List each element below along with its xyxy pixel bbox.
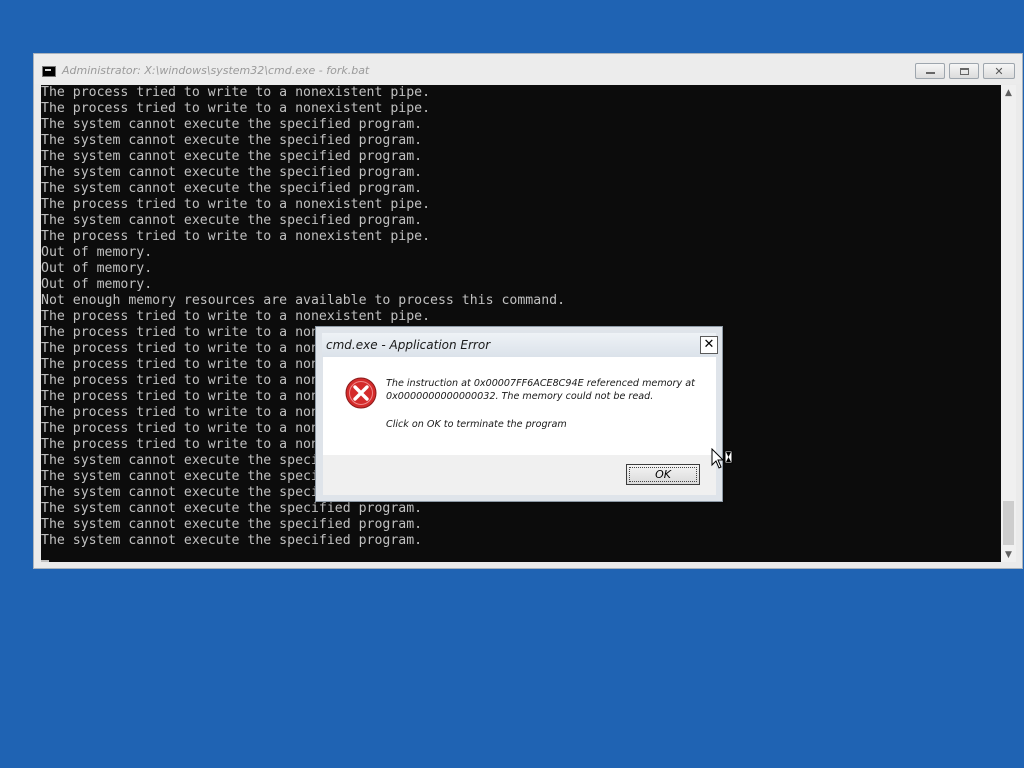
- console-line: The system cannot execute the specified …: [41, 501, 423, 516]
- close-button[interactable]: ✕: [983, 63, 1015, 79]
- console-line: The system cannot execute the specified …: [41, 165, 423, 180]
- close-icon: ✕: [994, 64, 1004, 78]
- console-line: The process tried to write to a nonexist…: [41, 101, 431, 116]
- console-line: Not enough memory resources are availabl…: [41, 293, 566, 308]
- console-line: The system cannot execute the specified …: [41, 133, 423, 148]
- console-line: The system cannot execute the specified …: [41, 181, 423, 196]
- cmd-window-title: Administrator: X:\windows\system32\cmd.e…: [62, 64, 370, 77]
- cmd-titlebar[interactable]: Administrator: X:\windows\system32\cmd.e…: [34, 54, 1022, 84]
- minimize-button[interactable]: [915, 63, 945, 79]
- console-line: The system cannot execute the specified …: [41, 517, 423, 532]
- dialog-footer: OK: [323, 455, 716, 495]
- vertical-scrollbar[interactable]: ▲ ▼: [1001, 85, 1016, 562]
- console-line: The system cannot execute the specified …: [41, 149, 423, 164]
- dialog-titlebar[interactable]: cmd.exe - Application Error ✕: [322, 333, 718, 357]
- dialog-close-button[interactable]: ✕: [700, 336, 718, 354]
- maximize-icon: [959, 67, 969, 75]
- cmd-icon: [42, 66, 56, 77]
- application-error-dialog: cmd.exe - Application Error ✕ The instru…: [315, 326, 723, 502]
- busy-pointer-icon: [711, 448, 733, 469]
- console-line: The system cannot execute the specified …: [41, 117, 423, 132]
- console-line: The process tried to write to a nonexist…: [41, 309, 431, 324]
- console-line: The process tried to write to a nonexist…: [41, 197, 431, 212]
- minimize-icon: [925, 72, 935, 74]
- error-icon: [345, 377, 377, 409]
- scroll-down-icon[interactable]: ▼: [1001, 547, 1016, 562]
- ok-button[interactable]: OK: [626, 464, 700, 485]
- console-line: Out of memory.: [41, 245, 153, 260]
- scroll-thumb[interactable]: [1003, 501, 1014, 545]
- console-line: The system cannot execute the specified …: [41, 213, 423, 228]
- console-line: Out of memory.: [41, 277, 153, 292]
- console-line: Out of memory.: [41, 261, 153, 276]
- console-line: The process tried to write to a nonexist…: [41, 229, 431, 244]
- error-message: The instruction at 0x00007FF6ACE8C94E re…: [386, 378, 695, 402]
- console-line: The system cannot execute the specified …: [41, 533, 423, 548]
- text-cursor: [41, 560, 49, 562]
- console-line: The process tried to write to a nonexist…: [41, 85, 431, 100]
- dialog-title: cmd.exe - Application Error: [326, 338, 491, 352]
- desktop: Administrator: X:\windows\system32\cmd.e…: [0, 0, 1024, 768]
- maximize-button[interactable]: [949, 63, 979, 79]
- dialog-body: The instruction at 0x00007FF6ACE8C94E re…: [323, 357, 716, 455]
- error-instruction: Click on OK to terminate the program: [386, 419, 567, 430]
- scroll-up-icon[interactable]: ▲: [1001, 85, 1016, 100]
